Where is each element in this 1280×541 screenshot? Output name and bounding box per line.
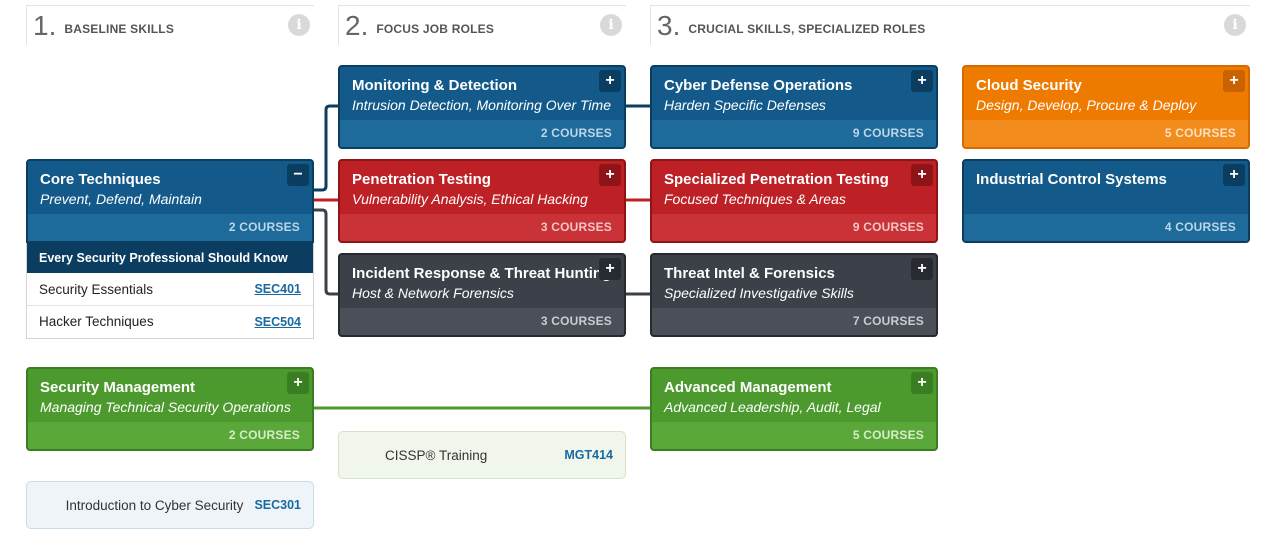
course-count: 7 COURSES xyxy=(652,308,936,335)
course-name: Hacker Techniques xyxy=(39,314,154,329)
column-number: 2. xyxy=(345,9,369,41)
card-cyber-defense-operations[interactable]: Cyber Defense Operations Harden Specific… xyxy=(650,65,938,149)
card-subtitle: Focused Techniques & Areas xyxy=(664,191,846,207)
connector-core-to-incident xyxy=(314,208,338,296)
card-specialized-penetration-testing[interactable]: Specialized Penetration Testing Focused … xyxy=(650,159,938,243)
expand-icon[interactable]: + xyxy=(1223,164,1245,186)
column-title: CRUCIAL SKILLS, SPECIALIZED ROLES xyxy=(688,21,926,36)
course-count: 5 COURSES xyxy=(964,120,1248,147)
course-count: 2 COURSES xyxy=(28,214,312,241)
column-header-baseline: 1. BASELINE SKILLS i xyxy=(26,5,314,45)
column-number: 3. xyxy=(657,9,681,41)
card-security-management[interactable]: Security Management Managing Technical S… xyxy=(26,367,314,451)
card-core-techniques[interactable]: Core Techniques Prevent, Defend, Maintai… xyxy=(26,159,314,243)
card-subtitle: Host & Network Forensics xyxy=(352,285,514,301)
course-row-hacker-techniques: Hacker Techniques SEC504 xyxy=(27,305,313,337)
course-name: Security Essentials xyxy=(39,281,154,297)
card-subtitle: Design, Develop, Procure & Deploy xyxy=(976,97,1197,113)
column-header-specialized: 3. CRUCIAL SKILLS, SPECIALIZED ROLES i xyxy=(650,5,1250,45)
info-icon[interactable]: i xyxy=(1224,14,1246,36)
expand-icon[interactable]: + xyxy=(911,70,933,92)
card-subtitle: Intrusion Detection, Monitoring Over Tim… xyxy=(352,97,611,113)
expand-icon[interactable]: + xyxy=(1223,70,1245,92)
expand-icon[interactable]: + xyxy=(599,258,621,280)
course-code-link[interactable]: MGT414 xyxy=(564,448,613,462)
card-monitoring-detection[interactable]: Monitoring & Detection Intrusion Detecti… xyxy=(338,65,626,149)
course-count: 9 COURSES xyxy=(652,120,936,147)
card-title: Incident Response & Threat Hunting xyxy=(352,265,612,282)
course-count: 3 COURSES xyxy=(340,214,624,241)
column-title: FOCUS JOB ROLES xyxy=(376,21,495,36)
info-icon[interactable]: i xyxy=(600,14,622,36)
core-techniques-course-list: Every Security Professional Should Know … xyxy=(26,243,314,339)
course-box-intro-cyber-security[interactable]: Introduction to Cyber Security SEC301 xyxy=(26,481,314,529)
course-name: CISSP® Training xyxy=(385,447,488,463)
card-title: Cyber Defense Operations xyxy=(664,77,853,94)
course-list-heading: Every Security Professional Should Know xyxy=(27,243,313,273)
course-code-link[interactable]: SEC401 xyxy=(254,282,301,296)
info-icon[interactable]: i xyxy=(288,14,310,36)
course-count: 4 COURSES xyxy=(964,214,1248,241)
course-count: 9 COURSES xyxy=(652,214,936,241)
card-incident-response[interactable]: Incident Response & Threat Hunting Host … xyxy=(338,253,626,337)
card-title: Security Management xyxy=(40,379,196,396)
column-header-focus-roles: 2. FOCUS JOB ROLES i xyxy=(338,5,626,45)
card-title: Specialized Penetration Testing xyxy=(664,171,889,188)
connector-core-to-monitoring xyxy=(314,104,338,192)
expand-icon[interactable]: + xyxy=(911,372,933,394)
course-code-link[interactable]: SEC504 xyxy=(254,315,301,329)
card-cloud-security[interactable]: Cloud Security Design, Develop, Procure … xyxy=(962,65,1250,149)
column-number: 1. xyxy=(33,9,57,41)
expand-icon[interactable]: + xyxy=(599,70,621,92)
card-advanced-management[interactable]: Advanced Management Advanced Leadership,… xyxy=(650,367,938,451)
expand-icon[interactable]: + xyxy=(599,164,621,186)
collapse-icon[interactable]: − xyxy=(287,164,309,186)
card-subtitle: Specialized Investigative Skills xyxy=(664,285,854,301)
course-count: 2 COURSES xyxy=(340,120,624,147)
card-title: Cloud Security xyxy=(976,77,1082,94)
card-threat-intel-forensics[interactable]: Threat Intel & Forensics Specialized Inv… xyxy=(650,253,938,337)
course-name: Introduction to Cyber Security xyxy=(65,497,244,513)
card-title: Advanced Management xyxy=(664,379,832,396)
course-code-link[interactable]: SEC301 xyxy=(254,498,301,512)
course-count: 2 COURSES xyxy=(28,422,312,449)
card-title: Core Techniques xyxy=(40,171,161,188)
expand-icon[interactable]: + xyxy=(911,164,933,186)
course-box-cissp[interactable]: CISSP® Training MGT414 xyxy=(338,431,626,479)
card-title: Monitoring & Detection xyxy=(352,77,517,94)
card-subtitle: Advanced Leadership, Audit, Legal xyxy=(664,399,881,415)
card-title: Penetration Testing xyxy=(352,171,491,188)
card-penetration-testing[interactable]: Penetration Testing Vulnerability Analys… xyxy=(338,159,626,243)
expand-icon[interactable]: + xyxy=(287,372,309,394)
card-subtitle: Managing Technical Security Operations xyxy=(40,399,291,415)
course-count: 5 COURSES xyxy=(652,422,936,449)
card-industrial-control-systems[interactable]: Industrial Control Systems 4 COURSES + xyxy=(962,159,1250,243)
course-row-security-essentials: Security Essentials SEC401 xyxy=(27,273,313,305)
card-title: Threat Intel & Forensics xyxy=(664,265,835,282)
course-count: 3 COURSES xyxy=(340,308,624,335)
expand-icon[interactable]: + xyxy=(911,258,933,280)
card-title: Industrial Control Systems xyxy=(976,171,1167,188)
card-subtitle: Harden Specific Defenses xyxy=(664,97,826,113)
card-subtitle: Prevent, Defend, Maintain xyxy=(40,191,202,207)
column-title: BASELINE SKILLS xyxy=(64,21,175,36)
card-subtitle: Vulnerability Analysis, Ethical Hacking xyxy=(352,191,588,207)
